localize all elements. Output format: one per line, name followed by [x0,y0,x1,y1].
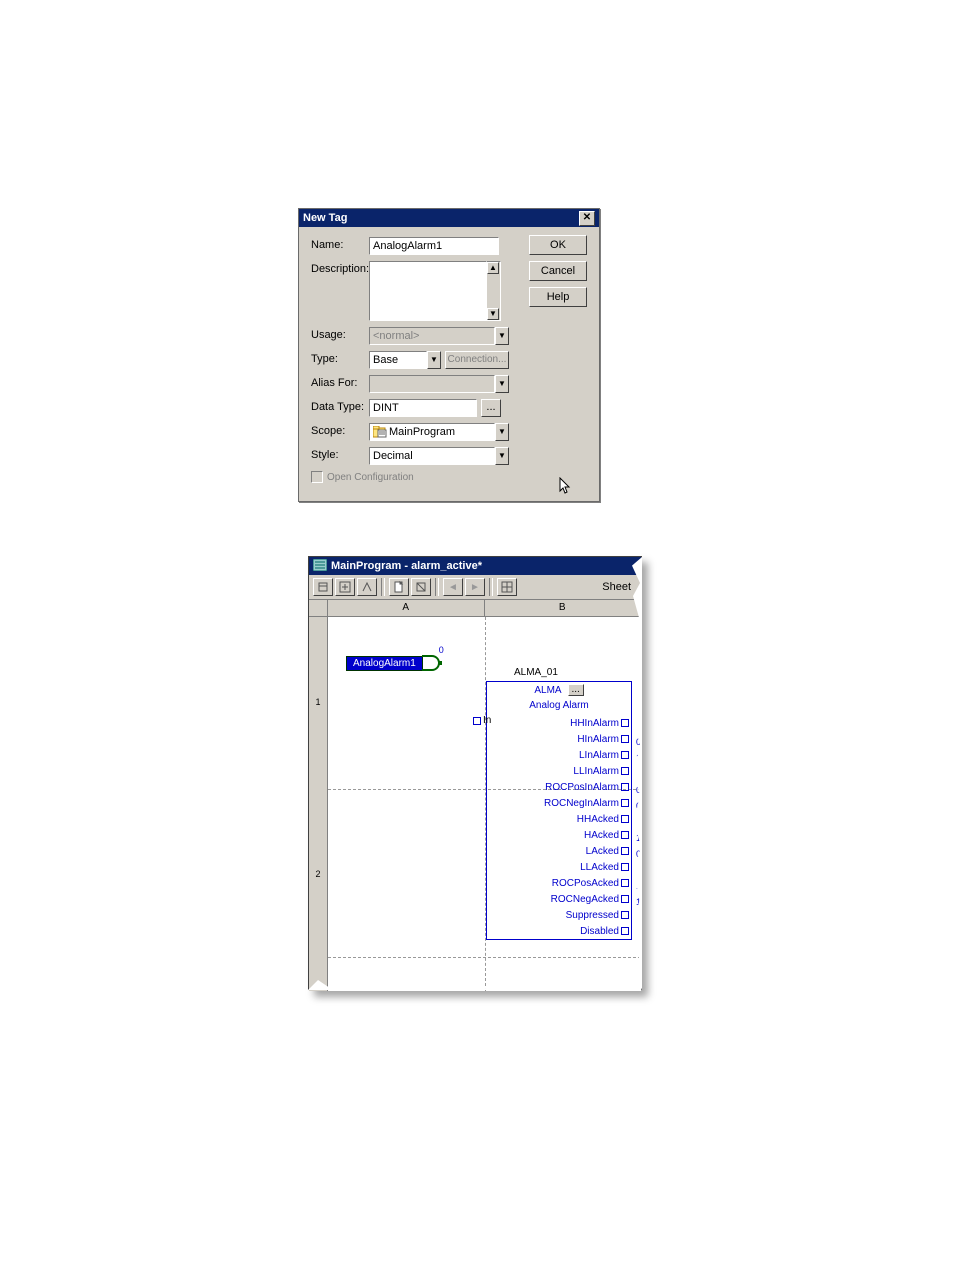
alma-instance-name: ALMA_01 [514,667,558,678]
toolbar-sep-2 [435,578,439,596]
toolbar-back-icon[interactable]: ◄ [443,578,463,596]
row-1-label: 1 [309,697,327,707]
aliasfor-dropdown-icon: ▼ [495,375,509,393]
help-button[interactable]: Help [529,287,587,307]
row-gutter: 1 2 [309,617,328,991]
datatype-label: Data Type: [311,399,369,413]
row-2-label: 2 [309,869,327,879]
alma-type-label: ALMA [534,685,561,696]
alma-pins: In HHInAlarm0 HInAlarm0 LInAlarm1 LLInAl… [487,715,631,939]
toolbar-new-icon[interactable] [389,578,409,596]
fbd-title-text: MainProgram - alarm_active* [331,560,482,572]
name-label: Name: [311,237,369,251]
alma-desc: Analog Alarm [487,698,631,715]
scroll-down-icon[interactable]: ▼ [487,308,499,320]
fbd-toolbar: ◄ ► Sheet [309,575,641,600]
open-config-label: Open Configuration [327,472,414,483]
toolbar-btn-2[interactable] [335,578,355,596]
name-input[interactable] [369,237,499,255]
type-dropdown-icon[interactable]: ▼ [427,351,441,369]
alma-pin-linalarm[interactable]: LInAlarm1 [487,747,631,763]
close-icon[interactable]: ✕ [579,211,595,226]
cancel-button[interactable]: Cancel [529,261,587,281]
program-icon [373,426,387,438]
alma-config-button[interactable]: ... [568,684,584,696]
type-select[interactable]: Base [369,351,427,369]
column-header: A B [309,600,641,617]
tag-reference-name: AnalogAlarm1 [346,656,423,671]
alma-pin-rocposacked[interactable]: ROCPosAcked1 [487,875,631,891]
aliasfor-label: Alias For: [311,375,369,389]
fbd-titlebar: MainProgram - alarm_active* [309,557,641,575]
type-label: Type: [311,351,369,365]
usage-label: Usage: [311,327,369,341]
alma-pin-rocposinalarm[interactable]: ROCPosInAlarm0 [487,779,631,795]
tag-output-pin[interactable]: 0 [422,655,440,671]
alma-pin-llacked[interactable]: LLAcked1 [487,859,631,875]
open-config-row: Open Configuration [311,471,587,483]
sheet-label[interactable]: Sheet [596,581,637,593]
toolbar-grid-icon[interactable] [497,578,517,596]
col-a-header: A [328,600,485,616]
style-label: Style: [311,447,369,461]
tag-reference[interactable]: AnalogAlarm1 0 [346,655,440,671]
toolbar-btn-5[interactable] [411,578,431,596]
dialog-title-text: New Tag [303,212,347,224]
toolbar-sep-1 [381,578,385,596]
alma-pin-rocneginalarm[interactable]: ROCNegInAlarm0 [487,795,631,811]
scope-value: MainProgram [389,426,455,438]
open-config-checkbox [311,471,323,483]
description-scrollbar[interactable]: ▲ ▼ [487,261,501,321]
toolbar-btn-3[interactable] [357,578,377,596]
alma-pin-hhinalarm[interactable]: HHInAlarm0 [487,715,631,731]
alma-pin-hhacked[interactable]: HHAcked1 [487,811,631,827]
fbd-title-icon [313,559,327,574]
alma-pin-suppressed[interactable]: Suppressed0 [487,907,631,923]
toolbar-fwd-icon[interactable]: ► [465,578,485,596]
tag-pin-value: 0 [439,645,444,655]
aliasfor-select [369,375,495,393]
scope-select[interactable]: MainProgram [369,423,495,441]
toolbar-btn-1[interactable] [313,578,333,596]
scope-label: Scope: [311,423,369,437]
grid-hline-2 [328,957,641,958]
alma-pin-rocnegacked[interactable]: ROCNegAcked1 [487,891,631,907]
fbd-window: MainProgram - alarm_active* ◄ ► Sheet [308,556,642,990]
usage-select: <normal> [369,327,495,345]
style-select[interactable]: Decimal [369,447,495,465]
ok-button[interactable]: OK [529,235,587,255]
alma-pin-disabled[interactable]: Disabled0 [487,923,631,939]
usage-dropdown-icon: ▼ [495,327,509,345]
toolbar-sep-3 [489,578,493,596]
dialog-titlebar: New Tag ✕ [299,209,599,227]
alma-pin-hinalarm[interactable]: HInAlarm0 [487,731,631,747]
fbd-canvas[interactable]: AnalogAlarm1 0 ALMA_01 ALMA ... Analog [328,617,641,991]
dialog-buttons: OK Cancel Help [529,235,587,307]
scope-dropdown-icon[interactable]: ▼ [495,423,509,441]
alma-pin-llinalarm[interactable]: LLInAlarm0 [487,763,631,779]
datatype-input[interactable] [369,399,477,417]
scroll-up-icon[interactable]: ▲ [487,262,499,274]
new-tag-dialog: New Tag ✕ OK Cancel Help Name: Descripti… [298,208,600,502]
alma-pin-hacked[interactable]: HAcked1 [487,827,631,843]
datatype-browse-button[interactable]: ... [481,399,501,417]
dialog-body: OK Cancel Help Name: Description: ▲ ▼ [299,227,599,489]
connection-button: Connection... [445,351,509,369]
alma-block[interactable]: ALMA ... Analog Alarm In HHInAlarm0 HInA… [486,681,632,940]
alma-pin-lacked[interactable]: LAcked0 [487,843,631,859]
cursor-icon [559,477,573,498]
description-label: Description: [311,261,369,275]
style-dropdown-icon[interactable]: ▼ [495,447,509,465]
col-b-header: B [485,600,642,616]
description-textarea[interactable] [369,261,487,321]
